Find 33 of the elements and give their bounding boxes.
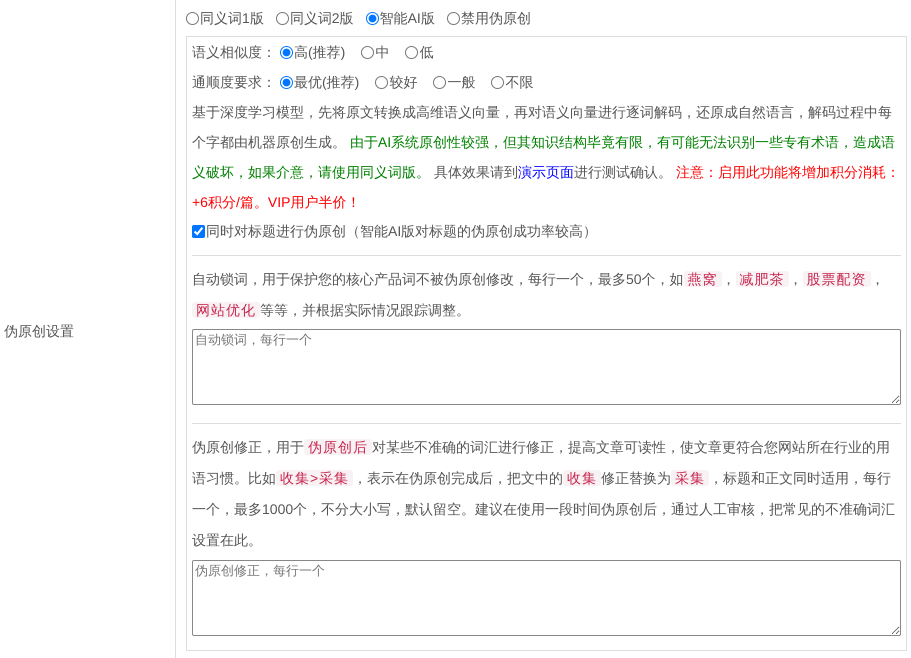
radio-label[interactable]: 禁用伪原创: [460, 8, 531, 28]
lock-words-field[interactable]: 自动锁词，每行一个: [192, 329, 901, 405]
ai-description: 基于深度学习模型，先将原文转换成高维语义向量，再对语义向量进行逐词解码，还原成自然语言，解码过程中每个字都由机器原创生成。 由于AI系统原创性较强，但其知识结构毕竟有限，有可能无法识别一些专有术语，造成语义破坏，如果介意，请使用同义词版。 具体效果请到演示页面进行测试确认。 注意：启用此功能将增加积分消耗：+6积分/篇。VIP用户半价！: [192, 103, 901, 212]
option-radio[interactable]: [405, 46, 418, 58]
radio-label[interactable]: 高(推荐): [294, 42, 346, 62]
radio-label[interactable]: 同义词1版: [200, 8, 264, 28]
option-radio[interactable]: [361, 46, 374, 58]
checkbox-label[interactable]: 同时对标题进行伪原创（智能AI版对标题的伪原创成功率较高）: [206, 220, 598, 242]
option-radio[interactable]: [491, 76, 504, 88]
radio-label[interactable]: 同义词2版: [290, 8, 354, 28]
mode-radio[interactable]: [276, 12, 289, 24]
option-radio[interactable]: [433, 76, 446, 88]
option-label: 通顺度要求：: [192, 72, 276, 92]
option-radio[interactable]: [280, 76, 293, 88]
radio-label[interactable]: 一般: [447, 72, 476, 92]
radio-label[interactable]: 最优(推荐): [294, 72, 360, 92]
option-radio[interactable]: [280, 46, 293, 58]
radio-label[interactable]: 中: [375, 42, 390, 62]
mode-radio[interactable]: [186, 12, 199, 24]
demo-page-link[interactable]: 演示页面: [518, 164, 574, 180]
corrections-field[interactable]: 伪原创修正，每行一个: [192, 560, 901, 636]
radio-label[interactable]: 不限: [505, 72, 534, 92]
option-radio[interactable]: [375, 76, 388, 88]
radio-label[interactable]: 智能AI版: [380, 8, 435, 28]
radio-label[interactable]: 较好: [389, 72, 418, 92]
radio-label[interactable]: 低: [419, 42, 434, 62]
mode-radio[interactable]: [446, 12, 460, 24]
lock-words-description: 自动锁词，用于保护您的核心产品词不被伪原创修改，每行一个，最多50个，如 燕窝 ， 减肥茶 ， 股票配资 ， 网站优化 等等，并根据实际情况跟踪调整。: [192, 270, 886, 320]
option-label: 语义相似度：: [192, 42, 276, 62]
corrections-description: 伪原创修正，用于 伪原创后 对某些不准确的词汇进行修正，提高文章可读性，使文章更符合您网站所在行业的用语习惯。比如 收集>采集 ，表示在伪原创完成后，把文中的 收集 修正替换为 采集 ，标题和正文同时适用，每行一个，最多1000个，不分大小写，默认留空。建议在使用一段时间伪原创后，通过人工审核，把常见的不准确词汇设置在此。: [192, 438, 896, 550]
setting-label: 伪原创设置: [4, 322, 74, 340]
mode-radio[interactable]: [366, 12, 379, 24]
title-checkbox[interactable]: [192, 224, 205, 238]
